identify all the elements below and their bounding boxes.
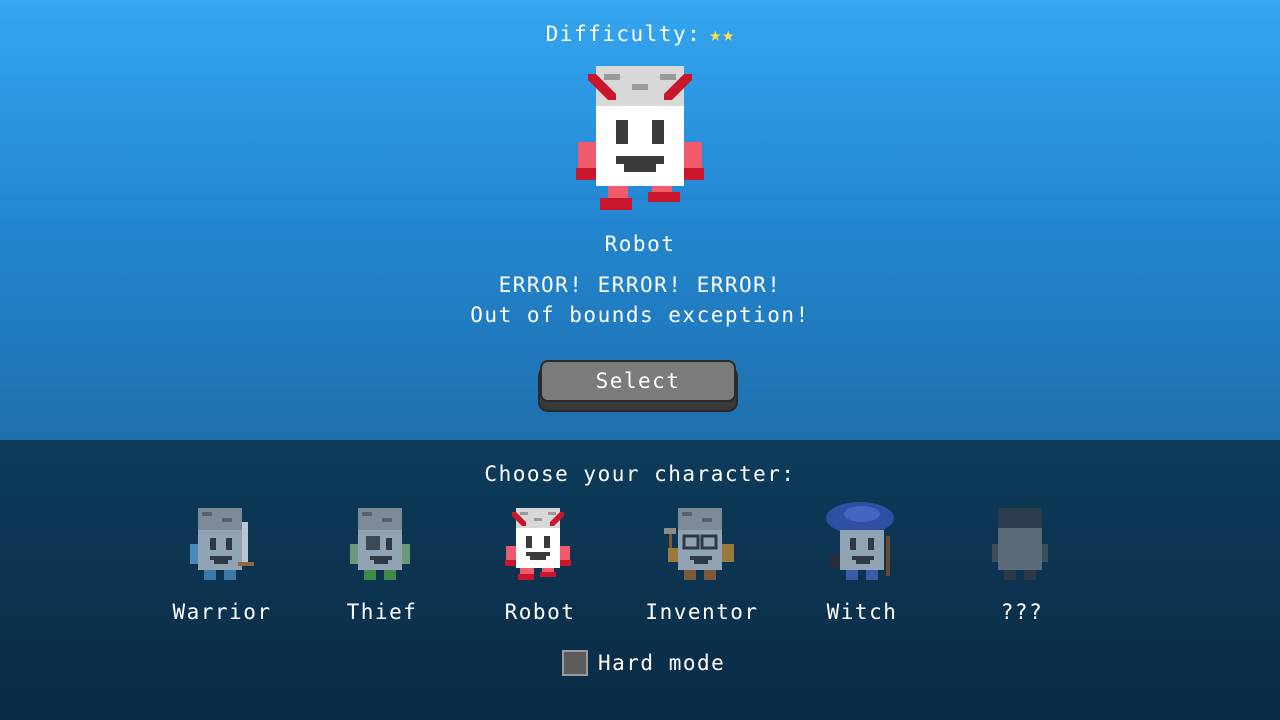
description-line: ERROR! ERROR! ERROR!: [498, 273, 782, 297]
character-option-thief[interactable]: Thief: [322, 500, 442, 624]
difficulty-label: Difficulty:: [545, 22, 702, 46]
character-label: ???: [1000, 600, 1044, 624]
description-line: Out of bounds exception!: [470, 303, 810, 327]
character-label: Inventor: [645, 600, 759, 624]
selected-character-description: ERROR! ERROR! ERROR! Out of bounds excep…: [0, 270, 1280, 330]
warrior-sprite-icon: [190, 508, 254, 580]
locked-sprite-icon: [992, 508, 1048, 580]
hard-mode-checkbox[interactable]: [562, 650, 588, 676]
character-label: Thief: [346, 600, 418, 624]
character-label: Witch: [826, 600, 898, 624]
hard-mode-toggle[interactable]: Hard mode: [562, 650, 725, 676]
preview-panel: Difficulty: ★ ★ Robot ERROR! ERROR! ERRO…: [0, 0, 1280, 440]
character-option-locked[interactable]: ???: [962, 500, 1082, 624]
difficulty-stars: ★ ★: [709, 20, 734, 48]
character-label: Warrior: [172, 600, 272, 624]
witch-sprite-icon: [826, 502, 894, 580]
star-icon: ★: [709, 22, 722, 46]
select-button[interactable]: Select: [540, 360, 736, 402]
hard-mode-label: Hard mode: [598, 651, 726, 675]
robot-sprite-icon: [505, 508, 571, 580]
character-option-warrior[interactable]: Warrior: [162, 500, 282, 624]
selected-character-name: Robot: [604, 232, 676, 256]
character-label: Robot: [504, 600, 576, 624]
thief-sprite-icon: [350, 508, 410, 580]
character-option-inventor[interactable]: Inventor: [642, 500, 762, 624]
choose-character-prompt: Choose your character:: [484, 462, 796, 486]
inventor-sprite-icon: [664, 508, 734, 580]
difficulty-rating: Difficulty: ★ ★: [0, 20, 1280, 48]
character-option-robot[interactable]: Robot: [480, 500, 600, 624]
selected-character-robot-sprite: [576, 66, 704, 210]
star-icon: ★: [722, 22, 735, 46]
character-option-witch[interactable]: Witch: [802, 500, 922, 624]
